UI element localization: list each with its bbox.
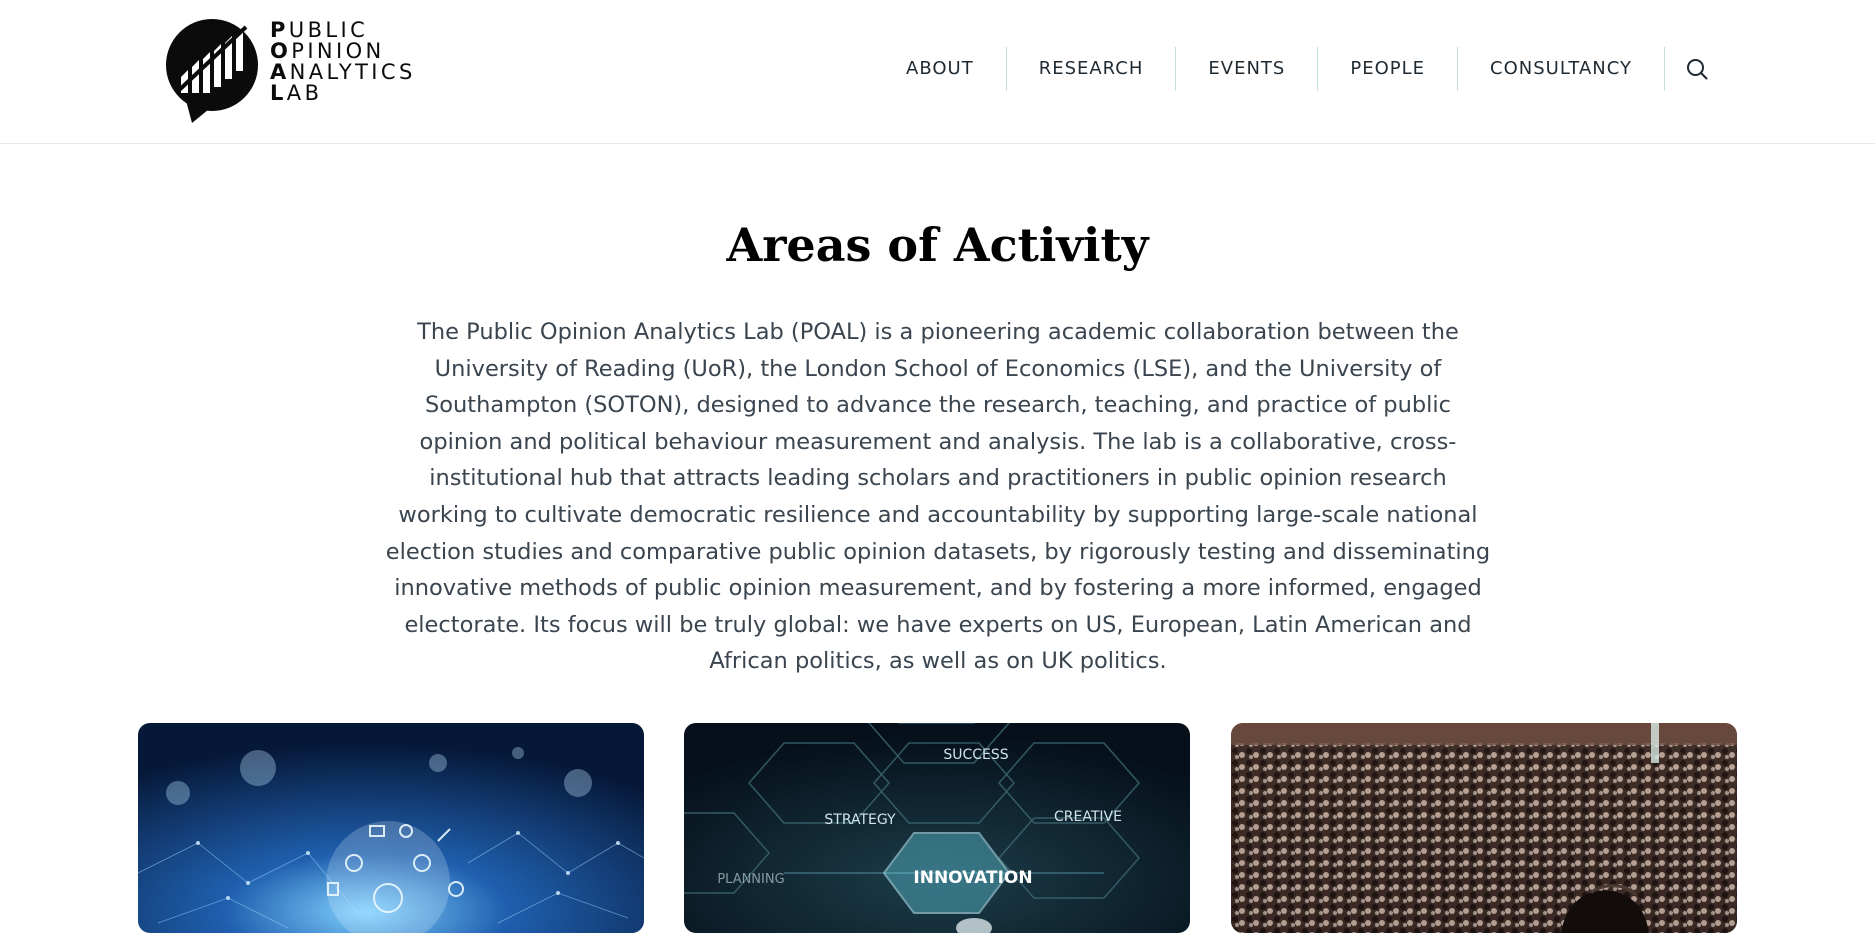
technology-network-image	[138, 723, 644, 933]
nav-item-about[interactable]: ABOUT	[880, 46, 1006, 92]
hex-label-planning: PLANNING	[717, 872, 784, 887]
logo-wordmark: PUBLIC OPINION ANALYTICS LAB	[270, 20, 460, 104]
search-icon	[1687, 59, 1708, 80]
hex-label-success: SUCCESS	[943, 747, 1008, 763]
logo-line-3: ANALYTICS	[270, 60, 416, 84]
hex-label-strategy: STRATEGY	[824, 812, 896, 828]
nav-item-events[interactable]: EVENTS	[1176, 46, 1317, 92]
nav-item-people[interactable]: PEOPLE	[1318, 46, 1457, 92]
logo-line-2: OPINION	[270, 39, 385, 63]
logo-line-1: PUBLIC	[270, 18, 369, 42]
logo-line-4: LAB	[270, 81, 323, 105]
search-button[interactable]	[1673, 46, 1721, 92]
nav-divider	[1664, 47, 1665, 91]
card-technology[interactable]	[138, 723, 644, 933]
card-innovation[interactable]: SUCCESS STRATEGY CREATIVE PLANNING INNOV…	[684, 723, 1190, 933]
hex-label-innovation: INNOVATION	[913, 868, 1032, 888]
page-title: Areas of Activity	[726, 218, 1149, 272]
site-header: PUBLIC OPINION ANALYTICS LAB ABOUT RESEA…	[0, 0, 1875, 144]
intro-paragraph: The Public Opinion Analytics Lab (POAL) …	[385, 319, 1491, 675]
hex-label-creative: CREATIVE	[1054, 809, 1122, 825]
nav-item-consultancy[interactable]: CONSULTANCY	[1458, 46, 1664, 92]
main-nav: ABOUT RESEARCH EVENTS PEOPLE CONSULTANCY	[880, 44, 1721, 94]
card-audience[interactable]	[1231, 723, 1737, 933]
nav-item-research[interactable]: RESEARCH	[1007, 46, 1176, 92]
audience-crowd-image	[1231, 723, 1737, 933]
speech-bubble-chart-icon	[166, 19, 258, 123]
innovation-hexagon-image: SUCCESS STRATEGY CREATIVE PLANNING INNOV…	[684, 723, 1190, 933]
